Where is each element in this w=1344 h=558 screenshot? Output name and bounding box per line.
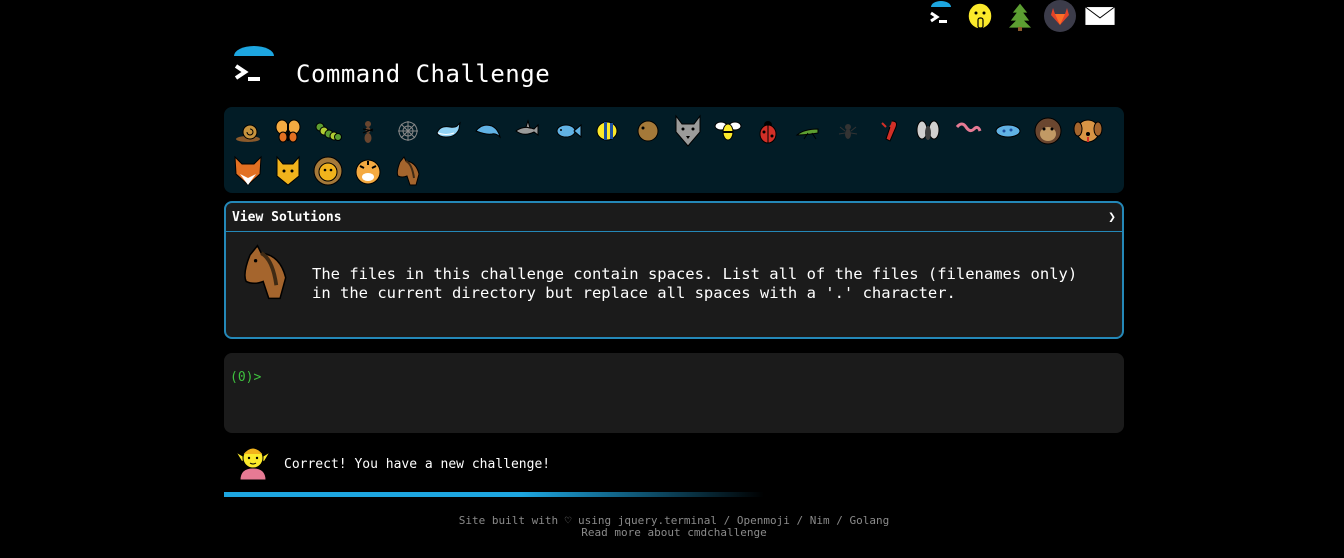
dolphin-icon[interactable] xyxy=(468,111,508,151)
wolf-icon[interactable] xyxy=(668,111,708,151)
tropical-fish-icon[interactable] xyxy=(588,111,628,151)
envelope-icon[interactable] xyxy=(1084,0,1116,32)
whale-icon[interactable] xyxy=(428,111,468,151)
butterfly-icon[interactable] xyxy=(268,111,308,151)
scorpion-icon[interactable] xyxy=(868,111,908,151)
ladybug-icon[interactable] xyxy=(748,111,788,151)
footer: Site built with ♡ using jquery.terminal … xyxy=(224,515,1124,539)
lion-icon[interactable] xyxy=(308,151,348,191)
caterpillar-icon[interactable] xyxy=(308,111,348,151)
bee-icon[interactable] xyxy=(708,111,748,151)
fly-icon[interactable] xyxy=(908,111,948,151)
view-solutions-toggle[interactable]: View Solutions ❯ xyxy=(226,203,1122,232)
terminal-logo-icon[interactable] xyxy=(924,0,956,32)
header: Command Challenge xyxy=(232,44,550,92)
top-nav xyxy=(924,0,1116,32)
level-row-1 xyxy=(228,111,1120,151)
terminal[interactable]: (0)> xyxy=(224,353,1124,433)
page-title: Command Challenge xyxy=(296,60,551,88)
snail-icon[interactable] xyxy=(228,111,268,151)
terminal-prompt: (0)> xyxy=(230,370,262,385)
horse-icon xyxy=(234,240,296,308)
chevron-right-icon: ❯ xyxy=(1108,209,1116,225)
fox-icon[interactable] xyxy=(228,151,268,191)
status-text: Correct! You have a new challenge! xyxy=(284,456,551,472)
fish-icon[interactable] xyxy=(548,111,588,151)
view-solutions-label: View Solutions xyxy=(232,209,342,225)
ant-icon[interactable] xyxy=(348,111,388,151)
monkey-icon[interactable] xyxy=(1028,111,1068,151)
horse-icon[interactable] xyxy=(388,151,428,191)
progress-bar xyxy=(224,492,764,497)
microbe-icon[interactable] xyxy=(988,111,1028,151)
challenge-text: The files in this challenge contain spac… xyxy=(312,265,1078,302)
shark-icon[interactable] xyxy=(508,111,548,151)
solutions-panel: View Solutions ❯ The files in this chall… xyxy=(224,201,1124,339)
level-row-2 xyxy=(228,151,1120,191)
worm-icon[interactable] xyxy=(948,111,988,151)
site-logo-icon[interactable] xyxy=(232,44,276,92)
status-message: Correct! You have a new challenge! xyxy=(232,440,550,488)
spider-web-icon[interactable] xyxy=(388,111,428,151)
elf-icon xyxy=(232,440,274,488)
shushing-face-icon[interactable] xyxy=(964,0,996,32)
spider-icon[interactable] xyxy=(828,111,868,151)
gitlab-icon[interactable] xyxy=(1044,0,1076,32)
cricket-icon[interactable] xyxy=(788,111,828,151)
cat-icon[interactable] xyxy=(268,151,308,191)
dog-icon[interactable] xyxy=(1068,111,1108,151)
read-more-link[interactable]: Read more about cmdchallenge xyxy=(581,526,766,539)
tiger-icon[interactable] xyxy=(348,151,388,191)
challenge-description: The files in this challenge contain spac… xyxy=(226,232,1122,316)
blowfish-icon[interactable] xyxy=(628,111,668,151)
challenge-level-bar xyxy=(224,107,1124,193)
tree-icon[interactable] xyxy=(1004,0,1036,32)
